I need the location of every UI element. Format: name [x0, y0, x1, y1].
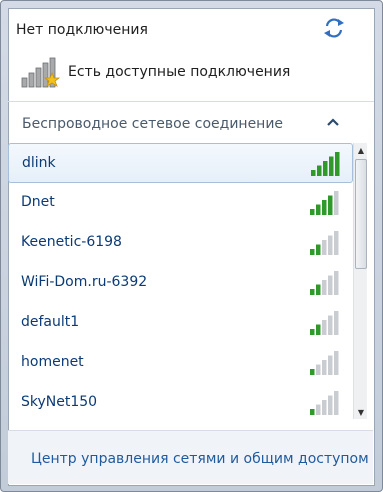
network-center-link[interactable]: Центр управления сетями и общим доступом [31, 451, 369, 467]
signal-bar [328, 355, 333, 375]
signal-bar [316, 324, 321, 335]
signal-bar [334, 191, 339, 215]
refresh-icon[interactable] [321, 16, 347, 40]
network-name: default1 [21, 314, 80, 330]
scrollbar-thumb[interactable] [355, 159, 367, 269]
signal-bar [322, 360, 327, 375]
signal-bar [311, 170, 316, 176]
signal-strength-icon [310, 351, 339, 375]
divider [7, 101, 374, 102]
signal-bar [322, 240, 327, 255]
scroll-down-button[interactable]: ▼ [354, 405, 368, 419]
signal-bar [329, 156, 334, 176]
signal-bar [328, 275, 333, 295]
signal-bar [322, 320, 327, 335]
network-list: dlink Dnet Keenetic-6198 WiFi-Dom.ru-6392 de… [8, 143, 353, 428]
signal-bar [310, 329, 315, 335]
signal-strength-icon [310, 231, 339, 255]
network-item[interactable]: Dnet [8, 183, 353, 223]
signal-bar [310, 289, 315, 295]
signal-bar [328, 195, 333, 215]
network-name: Keenetic-6198 [21, 234, 122, 250]
signal-bar [322, 400, 327, 415]
signal-bar [310, 369, 315, 375]
signal-bar [310, 249, 315, 255]
signal-strength-icon [310, 191, 339, 215]
signal-bar [334, 391, 339, 415]
network-bars-star-icon [21, 57, 61, 88]
network-item[interactable]: WiFi-Dom.ru-6392 [8, 263, 353, 303]
scroll-up-button[interactable]: ▲ [354, 143, 368, 157]
network-name: SkyNet150 [21, 394, 98, 410]
signal-bar [334, 231, 339, 255]
signal-strength-icon [310, 311, 339, 335]
network-name: homenet [21, 354, 84, 370]
network-name: Dnet [21, 194, 55, 210]
network-name: WiFi-Dom.ru-6392 [21, 274, 148, 290]
signal-bar [310, 409, 315, 415]
signal-bar [316, 404, 321, 415]
signal-bar [316, 284, 321, 295]
network-item[interactable]: SkyNet150 [8, 383, 353, 423]
network-item[interactable]: homenet [8, 343, 353, 383]
section-label: Беспроводное сетевое соединение [22, 116, 284, 132]
signal-bar [316, 244, 321, 255]
footer: Центр управления сетями и общим доступом [8, 430, 373, 484]
signal-bar [317, 165, 322, 176]
chevron-up-icon[interactable] [326, 115, 340, 129]
network-item[interactable]: Keenetic-6198 [8, 223, 353, 263]
signal-strength-icon [310, 271, 339, 295]
signal-bar [328, 315, 333, 335]
available-connections-text: Есть доступные подключения [68, 64, 291, 80]
signal-bar [335, 152, 340, 176]
signal-bar [334, 351, 339, 375]
signal-bar [322, 280, 327, 295]
network-item[interactable]: dlink [8, 143, 353, 183]
signal-bar [316, 364, 321, 375]
scrollbar[interactable]: ▲ ▼ [353, 143, 367, 419]
signal-bar [310, 209, 315, 215]
signal-bar [334, 311, 339, 335]
network-name: dlink [22, 155, 56, 171]
network-item[interactable]: default1 [8, 303, 353, 343]
signal-bar [328, 235, 333, 255]
signal-bar [334, 271, 339, 295]
signal-bar [328, 395, 333, 415]
signal-bar [322, 200, 327, 215]
signal-strength-icon [310, 391, 339, 415]
signal-strength-icon [311, 152, 340, 176]
signal-bar [323, 161, 328, 176]
signal-bar [316, 204, 321, 215]
connection-status-title: Нет подключения [16, 22, 148, 38]
